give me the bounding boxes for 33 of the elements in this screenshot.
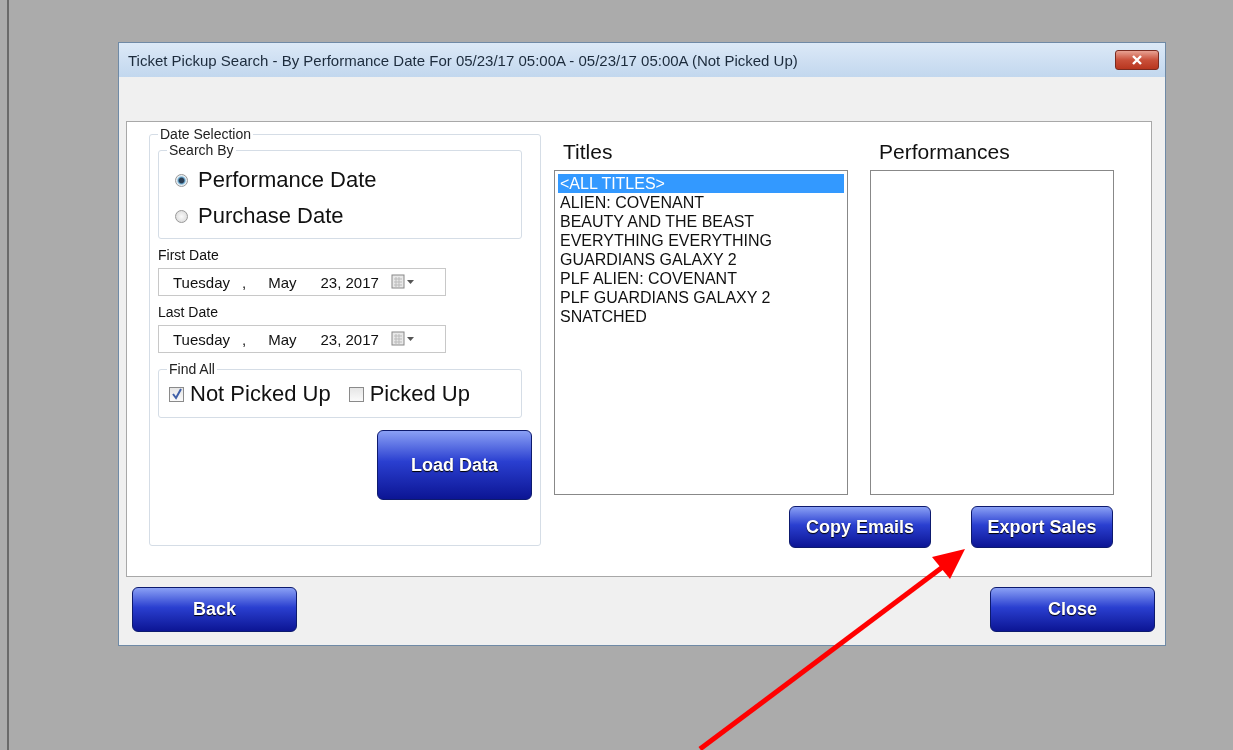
load-data-button[interactable]: Load Data <box>377 430 532 500</box>
action-button[interactable]: Copy Emails <box>789 506 931 548</box>
group-label: Search By <box>168 142 235 158</box>
action-button[interactable]: Export Sales <box>971 506 1113 548</box>
close-icon[interactable] <box>1115 50 1159 70</box>
field-label: First Date <box>158 247 220 263</box>
list-heading: Performances <box>879 140 1011 164</box>
radio-button[interactable] <box>175 209 188 223</box>
footer-button[interactable]: Back <box>132 587 297 632</box>
list-item[interactable]: PLF ALIEN: COVENANT <box>558 269 844 288</box>
radio-button[interactable] <box>175 173 188 187</box>
field-label: Last Date <box>158 304 219 320</box>
list-item[interactable]: ALIEN: COVENANT <box>558 193 844 212</box>
date-picker[interactable]: Tuesday , May 23, 2017 <box>158 268 446 296</box>
footer-button[interactable]: Close <box>990 587 1155 632</box>
calendar-dropdown-icon[interactable] <box>390 331 415 347</box>
checkbox-label[interactable]: Picked Up <box>369 381 470 407</box>
calendar-dropdown-icon[interactable] <box>390 274 415 290</box>
group-label: Date Selection <box>159 126 253 142</box>
list-item[interactable]: PLF GUARDIANS GALAXY 2 <box>558 288 844 307</box>
radio-label[interactable]: Performance Date <box>198 167 377 193</box>
list-item[interactable]: SNATCHED <box>558 307 844 326</box>
checkbox[interactable] <box>169 386 184 402</box>
group-label: Find All <box>168 361 216 377</box>
radio-label[interactable]: Purchase Date <box>198 203 344 229</box>
date-picker[interactable]: Tuesday , May 23, 2017 <box>158 325 446 353</box>
window-title: Ticket Pickup Search - By Performance Date For 05/23/17 05:00A - 05/23/17 05:00A (Not Picked Up) <box>128 51 798 69</box>
list-item[interactable]: EVERYTHING EVERYTHING <box>558 231 844 250</box>
list-item[interactable]: BEAUTY AND THE BEAST <box>558 212 844 231</box>
list-heading: Titles <box>563 140 614 164</box>
list-item[interactable]: GUARDIANS GALAXY 2 <box>558 250 844 269</box>
checkbox[interactable] <box>348 386 364 402</box>
checkbox-label[interactable]: Not Picked Up <box>190 381 331 407</box>
